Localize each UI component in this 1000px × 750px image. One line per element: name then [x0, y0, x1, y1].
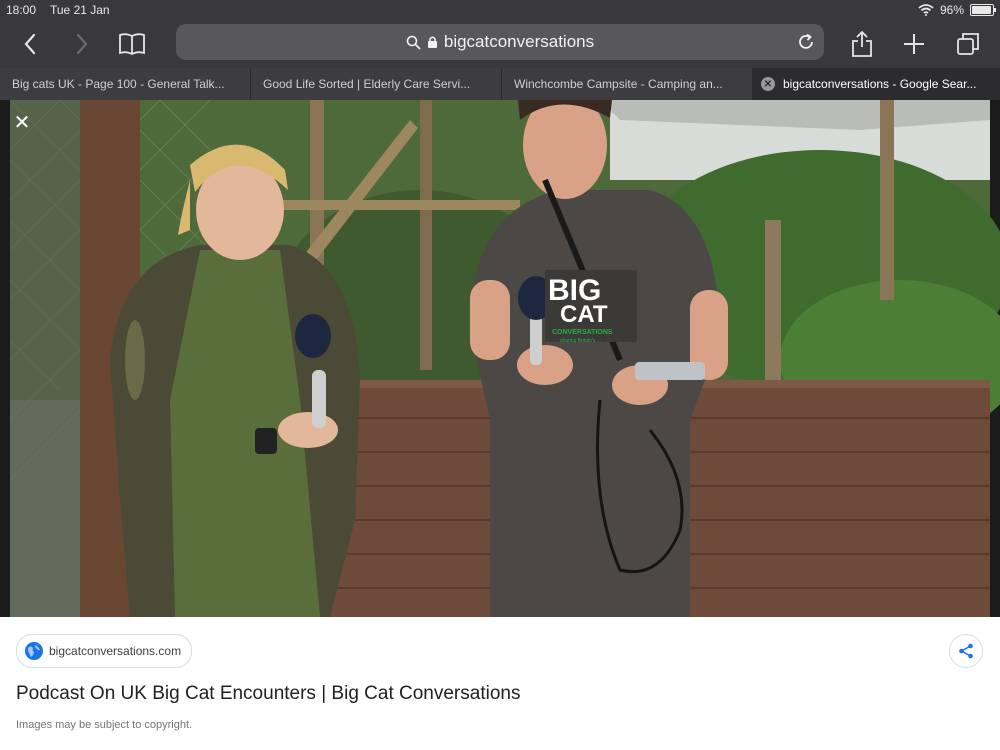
photo: BIG CAT CONVERSATIONS sharing Britain's …: [0, 100, 1000, 617]
tabs-icon: [957, 33, 979, 55]
tab-title: Big cats UK - Page 100 - General Talk...: [12, 77, 225, 91]
bookmarks-button[interactable]: [116, 28, 148, 60]
status-right: 96%: [918, 3, 996, 17]
shirt-logo-line2: CAT: [560, 301, 608, 328]
globe-icon: [25, 642, 43, 660]
tab-big-cats-uk[interactable]: Big cats UK - Page 100 - General Talk...: [0, 68, 251, 100]
status-time: 18:00: [6, 3, 37, 17]
image-preview: ✕ BIG CAT CONVERSATIONS sharing Britain'…: [0, 100, 1000, 617]
url-text: bigcatconversations: [443, 32, 595, 51]
status-date: Tue 21 Jan: [50, 3, 110, 17]
battery-level: [972, 6, 991, 14]
shirt-logo-line4: sharing Britain's ...: [560, 338, 601, 344]
search-icon: [406, 35, 421, 50]
copyright-notice: Images may be subject to copyright.: [16, 719, 193, 731]
source-domain: bigcatconversations.com: [49, 644, 182, 658]
reload-icon: [799, 33, 813, 49]
status-bar: 18:00 Tue 21 Jan 96%: [0, 0, 1000, 20]
result-title[interactable]: Podcast On UK Big Cat Encounters | Big C…: [16, 683, 520, 705]
reload-button[interactable]: [794, 30, 818, 54]
tab-title: Good Life Sorted | Elderly Care Servi...: [263, 77, 471, 91]
battery-percent: 96%: [939, 3, 964, 17]
share-page-button[interactable]: [846, 28, 878, 60]
close-icon[interactable]: ✕: [10, 110, 34, 134]
source-chip[interactable]: bigcatconversations.com: [16, 634, 193, 668]
tab-google-search[interactable]: ✕ bigcatconversations - Google Sear...: [753, 68, 1000, 100]
lock-icon: [427, 36, 437, 48]
back-button[interactable]: [14, 28, 46, 60]
tab-winchcombe-campsite[interactable]: Winchcombe Campsite - Camping an...: [502, 68, 753, 100]
share-icon: [852, 31, 872, 57]
book-icon: [119, 33, 145, 56]
result-info-panel: bigcatconversations.com Podcast On UK Bi…: [0, 617, 1000, 750]
battery-icon: [970, 4, 996, 16]
toolbar: bigcatconversations: [0, 22, 1000, 66]
shirt-logo: BIG CAT CONVERSATIONS sharing Britain's …: [545, 270, 637, 344]
share-button[interactable]: [949, 634, 983, 668]
forward-button[interactable]: [66, 28, 98, 60]
shirt-logo-line3: CONVERSATIONS: [552, 329, 613, 336]
browser-chrome: 18:00 Tue 21 Jan 96% bigcatconversations: [0, 0, 1000, 100]
close-tab-icon[interactable]: ✕: [761, 77, 775, 91]
new-tab-button[interactable]: [898, 28, 930, 60]
tab-title: Winchcombe Campsite - Camping an...: [514, 77, 723, 91]
chevron-right-icon: [76, 33, 88, 55]
tabs-overview-button[interactable]: [952, 28, 984, 60]
tab-title: bigcatconversations - Google Sear...: [783, 77, 977, 91]
share-icon: [959, 643, 973, 659]
tab-bar: Big cats UK - Page 100 - General Talk...…: [0, 68, 1000, 100]
chevron-left-icon: [24, 33, 36, 55]
wifi-icon: [918, 4, 934, 16]
address-bar[interactable]: bigcatconversations: [176, 24, 824, 60]
plus-icon: [904, 34, 924, 54]
tab-good-life-sorted[interactable]: Good Life Sorted | Elderly Care Servi...: [251, 68, 502, 100]
